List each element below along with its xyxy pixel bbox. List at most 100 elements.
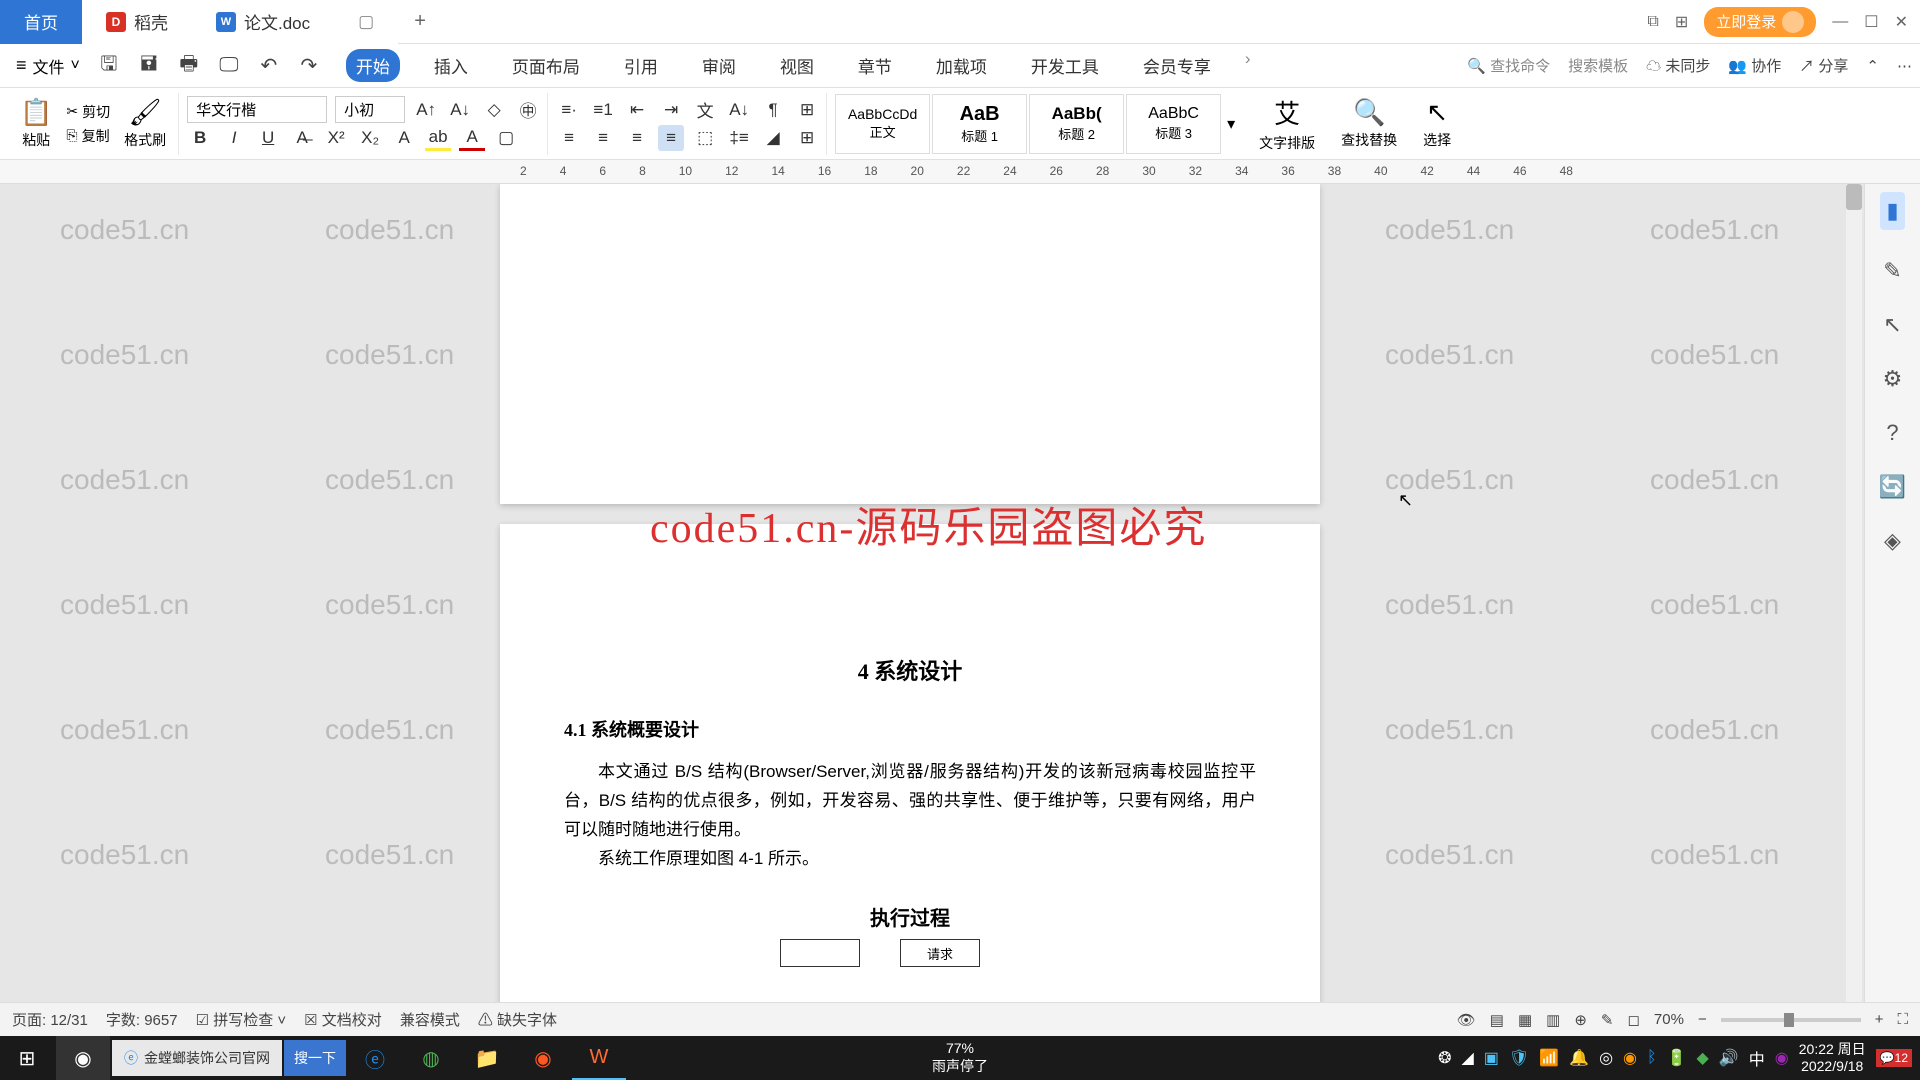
- tray-icon-6[interactable]: ◎: [1599, 1048, 1613, 1068]
- settings-icon[interactable]: ⚙: [1883, 366, 1903, 392]
- style-normal[interactable]: AaBbCcDd正文: [835, 94, 930, 154]
- spellcheck-toggle[interactable]: ☑ 拼写检查 ˅: [196, 1009, 287, 1030]
- align-right-button[interactable]: ≡: [624, 125, 650, 151]
- fullscreen-icon[interactable]: ⛶: [1897, 1011, 1908, 1028]
- tray-icon-7[interactable]: ◉: [1623, 1048, 1637, 1068]
- tab-add[interactable]: +: [398, 10, 442, 33]
- bold-button[interactable]: B: [187, 125, 213, 151]
- superscript-button[interactable]: X²: [323, 125, 349, 151]
- tab-insert[interactable]: 插入: [424, 49, 478, 82]
- undo-icon[interactable]: ↶: [256, 53, 282, 79]
- font-select[interactable]: 华文行楷: [187, 96, 327, 123]
- tab-chapter[interactable]: 章节: [848, 49, 902, 82]
- line-spacing-button[interactable]: ‡≡: [726, 125, 752, 151]
- strikethrough-button[interactable]: A̶: [289, 125, 315, 151]
- style-gallery-more-icon[interactable]: ▾: [1223, 114, 1239, 134]
- shading-button[interactable]: ◢: [760, 125, 786, 151]
- grid-icon[interactable]: ⊞: [1675, 12, 1688, 32]
- compat-mode[interactable]: 兼容模式: [400, 1009, 460, 1030]
- underline-button[interactable]: U: [255, 125, 281, 151]
- tab-addins[interactable]: 加载项: [926, 49, 997, 82]
- more-icon[interactable]: ⋯: [1897, 57, 1912, 75]
- word-count[interactable]: 字数: 9657: [106, 1009, 178, 1030]
- sort-button[interactable]: A↓: [726, 97, 752, 123]
- tray-bluetooth-icon[interactable]: ᛒ: [1647, 1049, 1657, 1067]
- clear-format-button[interactable]: ◇: [481, 97, 507, 123]
- phonetic-button[interactable]: ㊥: [515, 97, 541, 123]
- zoom-fit-icon[interactable]: ◻: [1627, 1011, 1639, 1029]
- close-button[interactable]: ✕: [1895, 12, 1908, 32]
- file-menu[interactable]: ≡ 文件 ˅: [8, 54, 88, 78]
- search-command[interactable]: 🔍 查找命令: [1467, 55, 1550, 76]
- tray-volume-icon[interactable]: 🔊: [1719, 1048, 1739, 1068]
- collaborate-button[interactable]: 👥 协作: [1728, 55, 1781, 76]
- font-color-button[interactable]: A: [459, 125, 485, 151]
- ruler[interactable]: 2468101214161820222426283032343638404244…: [0, 160, 1920, 184]
- sync-status[interactable]: ☁ 未同步: [1646, 55, 1710, 76]
- increase-indent-button[interactable]: ⇥: [658, 97, 684, 123]
- highlight-button[interactable]: ab: [425, 125, 451, 151]
- char-border-button[interactable]: ▢: [493, 125, 519, 151]
- zoom-in-button[interactable]: +: [1875, 1011, 1884, 1028]
- tray-icon-2[interactable]: ◢: [1461, 1048, 1473, 1068]
- toolbox-icon[interactable]: ▮: [1880, 192, 1904, 230]
- tray-icon-9[interactable]: ◆: [1697, 1048, 1709, 1068]
- taskbar-wps-icon[interactable]: W: [572, 1036, 626, 1080]
- save-as-icon[interactable]: 🖬: [136, 53, 162, 79]
- subscript-button[interactable]: X₂: [357, 125, 383, 151]
- tab-options-icon[interactable]: ▢: [358, 12, 374, 32]
- print-preview-icon[interactable]: 🖵: [216, 53, 242, 79]
- redo-icon[interactable]: ↷: [296, 53, 322, 79]
- start-button[interactable]: ⊞: [0, 1036, 54, 1080]
- window-mode-icon[interactable]: ⧉: [1647, 13, 1658, 31]
- save-icon[interactable]: 🖫: [96, 53, 122, 79]
- tab-start[interactable]: 开始: [346, 49, 400, 82]
- find-replace-button[interactable]: 🔍查找替换: [1335, 97, 1403, 150]
- text-effects-button[interactable]: A: [391, 125, 417, 151]
- tab-references[interactable]: 引用: [614, 49, 668, 82]
- task-view-button[interactable]: ◉: [56, 1036, 110, 1080]
- missing-font[interactable]: ⚠ 缺失字体: [478, 1009, 557, 1030]
- translate-icon[interactable]: 🔄: [1879, 474, 1906, 500]
- outline-view-icon[interactable]: ▥: [1546, 1011, 1560, 1029]
- tab-member[interactable]: 会员专享: [1133, 49, 1221, 82]
- help-icon[interactable]: ?: [1886, 420, 1898, 446]
- bullets-button[interactable]: ≡·: [556, 97, 582, 123]
- cut-button[interactable]: ✂剪切: [66, 102, 110, 122]
- grow-font-button[interactable]: A↑: [413, 97, 439, 123]
- text-layout-button[interactable]: 艾文字排版: [1253, 94, 1321, 153]
- proofing-button[interactable]: ☒ 文档校对: [304, 1009, 382, 1030]
- eye-icon[interactable]: 👁: [1457, 1011, 1476, 1029]
- tab-daoke[interactable]: D 稻壳: [82, 0, 192, 44]
- read-view-icon[interactable]: ▤: [1490, 1011, 1504, 1029]
- format-painter-button[interactable]: 🖌 格式刷: [118, 97, 172, 150]
- vertical-scrollbar[interactable]: [1846, 184, 1862, 1002]
- align-justify-button[interactable]: ≡: [658, 125, 684, 151]
- italic-button[interactable]: I: [221, 125, 247, 151]
- tabs-button[interactable]: ⊞: [794, 97, 820, 123]
- taskbar-ie-icon[interactable]: ⓔ: [348, 1036, 402, 1080]
- idea-icon[interactable]: ◈: [1884, 528, 1901, 554]
- print-view-icon[interactable]: ▦: [1518, 1011, 1532, 1029]
- style-heading3[interactable]: AaBbC标题 3: [1126, 94, 1221, 154]
- show-marks-button[interactable]: ¶: [760, 97, 786, 123]
- taskbar-browser-tab[interactable]: ⓔ 金螳螂装饰公司官网: [112, 1040, 282, 1076]
- search-template[interactable]: 搜索模板: [1568, 55, 1628, 76]
- copy-button[interactable]: ⎘复制: [66, 126, 110, 146]
- tray-ime-icon[interactable]: 中: [1749, 1046, 1765, 1070]
- style-heading2[interactable]: AaBb(标题 2: [1029, 94, 1124, 154]
- minimize-button[interactable]: —: [1832, 13, 1848, 31]
- tray-icon-11[interactable]: ◉: [1775, 1048, 1789, 1068]
- align-center-button[interactable]: ≡: [590, 125, 616, 151]
- login-button[interactable]: 立即登录: [1704, 7, 1816, 37]
- tab-view[interactable]: 视图: [770, 49, 824, 82]
- decrease-indent-button[interactable]: ⇤: [624, 97, 650, 123]
- web-view-icon[interactable]: ⊕: [1574, 1011, 1587, 1029]
- share-button[interactable]: ↗ 分享: [1799, 55, 1848, 76]
- taskbar-360-icon[interactable]: ◍: [404, 1036, 458, 1080]
- tray-battery-icon[interactable]: 🔋: [1667, 1048, 1687, 1068]
- taskbar-app-icon[interactable]: ◉: [516, 1036, 570, 1080]
- font-size-select[interactable]: 小初: [335, 96, 405, 123]
- tab-document[interactable]: W 论文.doc ▢: [192, 0, 398, 44]
- tray-notification-icon[interactable]: 🔔: [1569, 1048, 1589, 1068]
